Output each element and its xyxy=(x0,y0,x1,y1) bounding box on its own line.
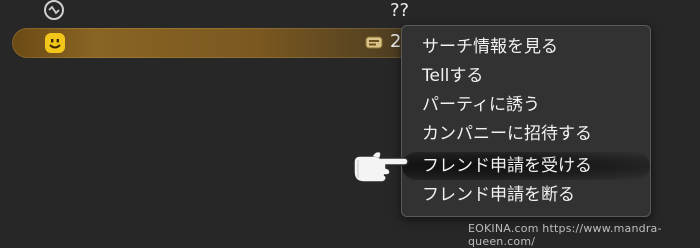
menu-item-invite-party[interactable]: パーティに誘う xyxy=(402,91,650,119)
smiley-face-icon xyxy=(45,33,65,53)
player-list-row[interactable]: ?? xyxy=(0,0,700,24)
watermark-text: EOKINA.com https://www.mandra-queen.com/ xyxy=(468,222,662,248)
player-name: ?? xyxy=(390,0,410,21)
menu-item-tell[interactable]: Tellする xyxy=(402,62,650,90)
menu-item-view-search-info[interactable]: サーチ情報を見る xyxy=(402,33,650,61)
context-menu: サーチ情報を見る Tellする パーティに誘う カンパニーに招待する フレンド申… xyxy=(401,25,651,217)
online-status-icon xyxy=(44,0,64,20)
pointing-hand-icon xyxy=(353,150,409,183)
menu-item-accept-friend-request[interactable]: フレンド申請を受ける xyxy=(402,152,650,180)
player-name-selected: 2 xyxy=(390,31,402,52)
world-tag-icon xyxy=(365,36,383,49)
player-list-row-selected[interactable] xyxy=(12,28,422,58)
menu-item-decline-friend-request[interactable]: フレンド申請を断る xyxy=(402,181,650,209)
menu-item-invite-company[interactable]: カンパニーに招待する xyxy=(402,120,650,148)
